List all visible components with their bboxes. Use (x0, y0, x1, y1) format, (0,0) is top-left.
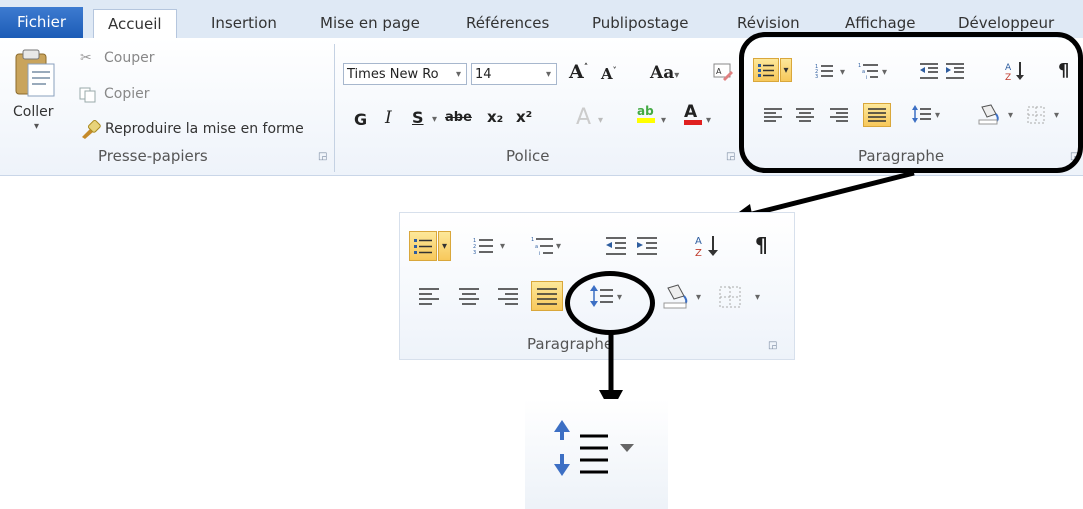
highlight-dropdown-icon[interactable]: ▾ (661, 115, 666, 126)
sort-icon[interactable]: AZ (694, 233, 720, 259)
zoom-borders-dropdown-icon[interactable]: ▾ (755, 292, 760, 303)
shrink-font-button[interactable]: A˅ (601, 65, 617, 83)
svg-text:a: a (535, 244, 538, 250)
increase-indent-icon[interactable] (636, 236, 658, 256)
font-color-dropdown-icon[interactable]: ▾ (706, 115, 711, 126)
text-effects-icon[interactable]: A (576, 105, 591, 130)
line-spacing-large-icon[interactable] (552, 416, 642, 480)
highlight-color-bar (637, 118, 655, 123)
multilevel-list-icon[interactable]: 1ai (530, 235, 554, 257)
paste-dropdown-icon[interactable]: ▾ (34, 121, 39, 132)
chevron-down-icon[interactable]: ▾ (456, 64, 461, 86)
font-name-value: Times New Ro (347, 67, 439, 82)
text-effects-dropdown-icon[interactable]: ▾ (598, 115, 603, 126)
underline-dropdown-icon[interactable]: ▾ (432, 114, 437, 125)
clipboard-group-label: Presse-papiers (98, 147, 208, 165)
underline-button[interactable]: S (412, 108, 424, 127)
svg-text:i: i (539, 251, 540, 257)
paste-button-label[interactable]: Coller (13, 104, 54, 120)
svg-text:1: 1 (531, 237, 534, 243)
italic-button[interactable]: I (385, 108, 392, 128)
superscript-button[interactable]: x² (516, 108, 532, 126)
svg-text:A: A (716, 67, 722, 76)
font-color-button[interactable]: A (684, 102, 702, 125)
numbered-list-icon[interactable]: 123 (472, 236, 494, 256)
bullet-list-icon (414, 239, 432, 254)
highlight-color-button[interactable]: ab (637, 104, 655, 123)
font-size-value: 14 (475, 67, 492, 82)
zoom-bullet-list-button[interactable] (409, 231, 437, 261)
font-color-icon: A (684, 102, 698, 122)
zoom-multilevel-list-dropdown-icon[interactable]: ▾ (556, 241, 561, 252)
tab-publipostage[interactable]: Publipostage (592, 9, 688, 38)
strikethrough-button[interactable]: abe (445, 110, 472, 125)
clear-formatting-icon[interactable]: A (713, 63, 733, 83)
cut-button[interactable]: Couper (104, 50, 154, 66)
bold-button[interactable]: G (354, 110, 367, 129)
scissors-icon: ✂ (80, 50, 92, 66)
group-divider (334, 44, 335, 172)
zoom-shading-dropdown-icon[interactable]: ▾ (696, 292, 701, 303)
clipboard-dialog-launcher-icon[interactable]: ◲ (318, 151, 327, 162)
highlighter-icon: ab (637, 104, 654, 118)
font-group-label: Police (506, 147, 550, 165)
pilcrow-icon[interactable]: ¶ (755, 233, 768, 257)
tab-mise-en-page[interactable]: Mise en page (320, 9, 420, 38)
tab-accueil[interactable]: Accueil (93, 9, 177, 39)
zoom-justify-button[interactable] (531, 281, 563, 311)
format-painter-button[interactable]: Reproduire la mise en forme (105, 121, 304, 137)
subscript-button[interactable]: x₂ (487, 108, 503, 126)
font-name-field[interactable]: Times New Ro ▾ (343, 63, 467, 85)
tab-references[interactable]: Références (466, 9, 549, 38)
svg-text:3: 3 (473, 250, 476, 256)
format-painter-icon (82, 119, 101, 139)
zoom-bullet-list-dropdown-icon[interactable]: ▾ (438, 231, 451, 261)
tab-fichier[interactable]: Fichier (0, 7, 83, 38)
grow-font-button[interactable]: A˄ (569, 61, 588, 83)
font-size-field[interactable]: 14 ▾ (471, 63, 557, 85)
align-right-icon[interactable] (497, 287, 519, 305)
shading-icon[interactable] (662, 283, 690, 309)
paragraph-highlight-frame (739, 32, 1083, 173)
tab-insertion[interactable]: Insertion (211, 9, 277, 38)
align-center-icon[interactable] (458, 287, 480, 305)
borders-icon[interactable] (719, 286, 741, 308)
line-spacing-highlight-circle (565, 271, 655, 335)
paste-icon[interactable] (12, 48, 58, 100)
svg-text:A: A (695, 236, 702, 247)
copy-button[interactable]: Copier (104, 86, 150, 102)
chevron-down-icon[interactable]: ▾ (546, 64, 551, 86)
decrease-indent-icon[interactable] (605, 236, 627, 256)
copy-icon (79, 87, 96, 103)
zoom-numbered-list-dropdown-icon[interactable]: ▾ (500, 241, 505, 252)
svg-text:Z: Z (695, 248, 702, 259)
font-dialog-launcher-icon[interactable]: ◲ (726, 151, 735, 162)
justify-icon (537, 288, 557, 305)
change-case-button[interactable]: Aa▾ (650, 63, 679, 83)
zoom-paragraph-dialog-launcher-icon[interactable]: ◲ (768, 340, 777, 351)
align-left-icon[interactable] (418, 287, 440, 305)
